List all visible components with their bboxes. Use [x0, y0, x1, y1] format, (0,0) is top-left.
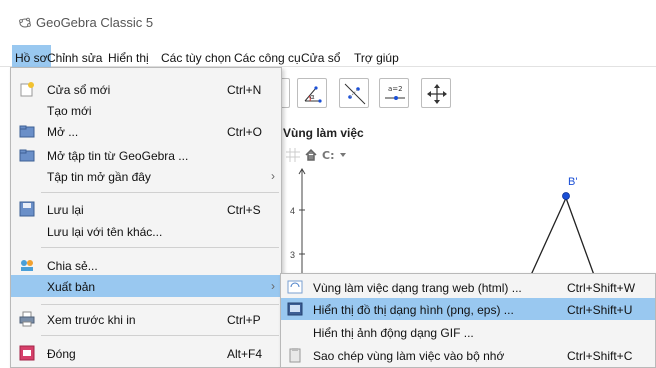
graphics-view-title: Vùng làm việc [283, 126, 364, 140]
menu-options[interactable]: Các tùy chọn [161, 51, 231, 65]
menu-bar: Hồ sơ Chỉnh sửa Hiển thị Các tùy chọn Cá… [0, 45, 656, 67]
menu-item-close[interactable]: Đóng Alt+F4 [11, 342, 281, 364]
image-export-icon [287, 302, 303, 316]
menu-window[interactable]: Cửa sổ [301, 51, 340, 65]
clipboard-icon [289, 348, 301, 363]
menu-item-print-preview[interactable]: Xem trước khi in Ctrl+P [11, 308, 281, 330]
submenu-arrow-icon: › [271, 279, 275, 293]
submenu-item-label: Sao chép vùng làm việc vào bộ nhớ [313, 349, 505, 363]
menu-tools[interactable]: Các công cụ [234, 51, 301, 65]
point-b-prime[interactable] [562, 192, 570, 200]
new-window-icon [20, 82, 34, 97]
export-submenu: Vùng làm việc dạng trang web (html) ... … [280, 273, 656, 368]
slider-tool-icon: a=2 [385, 85, 405, 100]
shortcut-label: Ctrl+P [227, 313, 261, 327]
menu-item-new[interactable]: Tạo mới [11, 99, 281, 121]
menu-item-label: Xuất bản [47, 280, 96, 294]
menu-item-label: Cửa sổ mới [47, 83, 111, 97]
toolbar: α a=2 [260, 72, 656, 122]
menu-item-label: Đóng [47, 347, 76, 361]
graphics-style-bar: C: [286, 148, 406, 164]
y-tick-label-4: 4 [290, 206, 295, 216]
print-icon [19, 311, 35, 327]
close-window-icon [19, 345, 35, 361]
menu-edit[interactable]: Chỉnh sửa [47, 51, 102, 65]
menu-item-save[interactable]: Lưu lại Ctrl+S [11, 198, 281, 220]
title-bar: GeoGebra Classic 5 [0, 0, 656, 44]
point-b-prime-label: B' [568, 176, 577, 188]
y-tick-label-3: 3 [290, 250, 295, 260]
menu-item-new-window[interactable]: Cửa sổ mới Ctrl+N [11, 78, 281, 100]
grid-icon[interactable] [286, 148, 300, 162]
submenu-item-label: Hiển thị đồ thị dạng hình (png, eps) ... [313, 303, 514, 317]
menu-separator [41, 192, 279, 193]
shortcut-label: Ctrl+S [227, 203, 261, 217]
menu-item-recent-files[interactable]: Tập tin mở gần đây › [11, 165, 281, 187]
submenu-arrow-icon: › [271, 169, 275, 183]
menu-item-label: Tập tin mở gần đây [47, 170, 151, 184]
menu-view[interactable]: Hiển thị [108, 51, 149, 65]
menu-item-open[interactable]: Mở ... Ctrl+O [11, 120, 281, 142]
submenu-item-export-gif[interactable]: Hiển thị ảnh động dạng GIF ... [281, 321, 655, 343]
tool-reflect[interactable] [339, 78, 369, 108]
move-graphics-view-icon [427, 84, 447, 104]
reflect-tool-icon [344, 83, 366, 105]
share-icon [21, 260, 33, 271]
submenu-item-export-image[interactable]: Hiển thị đồ thị dạng hình (png, eps) ...… [281, 298, 655, 320]
menu-item-label: Mở tập tin từ GeoGebra ... [47, 149, 189, 163]
menu-item-label: Tạo mới [47, 104, 92, 118]
point-capture-icon[interactable]: C: [322, 148, 350, 162]
geogebra-logo-icon [19, 17, 31, 28]
submenu-item-label: Hiển thị ảnh động dạng GIF ... [313, 326, 474, 340]
menu-item-save-as[interactable]: Lưu lại với tên khác... [11, 220, 281, 242]
svg-text:a=2: a=2 [388, 85, 403, 93]
submenu-item-export-html[interactable]: Vùng làm việc dạng trang web (html) ... … [281, 276, 655, 298]
shortcut-label: Ctrl+Shift+C [567, 349, 633, 363]
shortcut-label: Ctrl+N [227, 83, 262, 97]
menu-item-label: Mở ... [47, 125, 79, 139]
submenu-item-copy-to-clipboard[interactable]: Sao chép vùng làm việc vào bộ nhớ Ctrl+S… [281, 344, 655, 366]
menu-help[interactable]: Trợ giúp [354, 51, 399, 65]
angle-tool-icon: α [304, 86, 322, 103]
tool-move-view[interactable] [421, 78, 451, 108]
menu-separator [41, 335, 279, 336]
file-menu: Cửa sổ mới Ctrl+N Tạo mới Mở ... Ctrl+O … [10, 67, 282, 368]
menu-item-label: Lưu lại [47, 203, 84, 217]
home-icon[interactable] [304, 148, 318, 162]
window-title: GeoGebra Classic 5 [36, 15, 154, 30]
submenu-item-label: Vùng làm việc dạng trang web (html) ... [313, 281, 522, 295]
shortcut-label: Ctrl+Shift+U [567, 303, 633, 317]
menu-item-label: Lưu lại với tên khác... [47, 225, 163, 239]
menu-item-open-from-geogebra[interactable]: Mở tập tin từ GeoGebra ... [11, 144, 281, 166]
tool-angle[interactable]: α [297, 78, 327, 108]
save-icon [19, 201, 35, 217]
shortcut-label: Alt+F4 [227, 347, 263, 361]
tool-slider[interactable]: a=2 [379, 78, 409, 108]
menu-separator [41, 247, 279, 248]
shortcut-label: Ctrl+Shift+W [567, 281, 636, 295]
menu-item-label: Chia sẻ... [47, 259, 98, 273]
svg-text:C:: C: [322, 149, 334, 162]
web-export-icon [287, 280, 303, 294]
folder-open-icon [19, 149, 35, 162]
svg-text:α: α [310, 93, 315, 101]
menu-separator [41, 304, 279, 305]
menu-file[interactable]: Hồ sơ [12, 45, 51, 67]
menu-item-share[interactable]: Chia sẻ... [11, 254, 281, 276]
menu-item-label: Xem trước khi in [47, 313, 136, 327]
menu-item-export[interactable]: Xuất bản › [11, 275, 281, 297]
folder-open-icon [19, 125, 35, 138]
shortcut-label: Ctrl+O [227, 125, 263, 139]
